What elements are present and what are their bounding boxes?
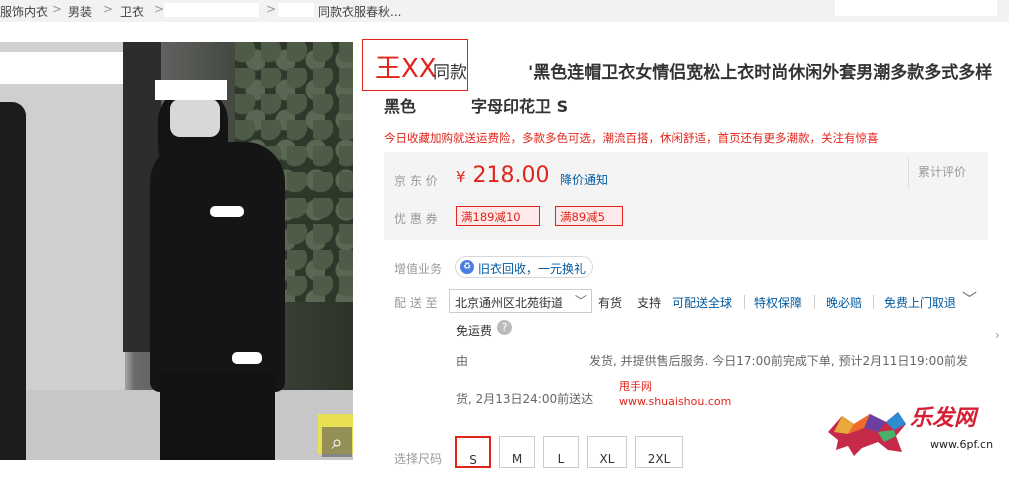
product-image[interactable]: ⌕ [0, 42, 353, 460]
divider [908, 158, 909, 188]
breadcrumb-item-menswear[interactable]: 男装 [68, 3, 92, 20]
size-option-xl[interactable]: XL [587, 436, 627, 468]
address-select[interactable]: 北京通州区北苑街道 ﹀ [449, 289, 592, 313]
bull-logo-icon [828, 412, 906, 456]
breadcrumb: 服饰内衣 > 男装 > 卫衣 > > 同款衣服春秋... [0, 0, 1009, 22]
ship-info-line2: 货, 2月13日24:00前送达 [456, 392, 594, 406]
review-count-label[interactable]: 累计评价 [918, 163, 966, 180]
breadcrumb-item-apparel[interactable]: 服饰内衣 [0, 3, 48, 20]
support-free-pickup-return[interactable]: 免费上门取退 [884, 294, 956, 311]
redaction-box [232, 352, 262, 364]
coupon-1[interactable]: 满189减10 [456, 206, 540, 226]
face-mask [170, 99, 220, 137]
breadcrumb-current[interactable]: 同款衣服春秋... [318, 3, 401, 20]
address-value: 北京通州区北苑街道 [455, 296, 564, 310]
arrow-icon: › [995, 328, 1000, 342]
product-title-line1: '黑色连帽卫衣女情侣宽松上衣时尚休闲外套男潮多款多式多样 [528, 63, 993, 83]
trade-in-pill[interactable]: ♻ 旧衣回收，一元换礼 [455, 256, 593, 278]
size-label: 选择尺码 [394, 452, 443, 466]
stock-status: 有货 [598, 296, 623, 310]
breadcrumb-separator: > [52, 2, 63, 16]
breadcrumb-item-hoodie[interactable]: 卫衣 [120, 3, 144, 20]
price-notify-link[interactable]: 降价通知 [560, 171, 608, 188]
chevron-down-icon: ﹀ [574, 294, 587, 308]
ship-from-label: 由 [456, 354, 469, 368]
recycle-icon: ♻ [460, 260, 474, 274]
breadcrumb-separator: > [103, 2, 114, 16]
product-title-color: 黑色 [384, 97, 417, 116]
size-option-2xl[interactable]: 2XL [635, 436, 683, 468]
redacted-title [468, 58, 526, 80]
price-label: 京 东 价 [394, 174, 438, 188]
value-added-label: 增值业务 [394, 262, 443, 276]
promo-text: 今日收藏加购就送运费险，多款多色可选，潮流百搭，休闲舒适，首页还有更多潮款，关注… [384, 131, 879, 145]
watermark-cn: 甩手网 [619, 380, 652, 393]
delivery-label: 配 送 至 [394, 296, 438, 310]
trade-in-label: 旧衣回收，一元换礼 [478, 262, 587, 276]
breadcrumb-separator: > [266, 2, 277, 16]
price: ¥ 218.00 [456, 163, 550, 188]
free-shipping-label: 免运费 [456, 324, 493, 338]
redaction-box [155, 80, 227, 100]
redacted-crumb [278, 3, 314, 17]
redacted-crumb [164, 3, 259, 17]
product-title-line2: 字母印花卫 S [471, 97, 569, 116]
redaction-box [210, 206, 244, 217]
logo-text: 乐发网 [910, 405, 977, 431]
redaction-box [0, 52, 124, 84]
currency-symbol: ¥ [456, 168, 466, 186]
title-prefix: 同款 [433, 63, 467, 83]
watermark-url: www.shuaishou.com [619, 395, 732, 408]
title-highlight: 王XX [375, 54, 437, 84]
size-option-s[interactable]: S [455, 436, 491, 468]
chevron-down-icon[interactable]: ﹀ [962, 288, 977, 309]
breadcrumb-separator: > [154, 2, 165, 16]
search-box[interactable] [835, 0, 997, 16]
site-logo: 乐发网 www.6pf.cn [822, 398, 1007, 462]
redacted-seller [470, 350, 585, 366]
size-option-m[interactable]: M [499, 436, 535, 468]
help-icon[interactable]: ? [497, 320, 512, 335]
size-option-l[interactable]: L [543, 436, 579, 468]
support-privilege[interactable]: 特权保障 [754, 294, 802, 311]
support-global-delivery[interactable]: 可配送全球 [672, 294, 732, 311]
support-late-compensation[interactable]: 晚必赔 [826, 294, 862, 311]
coupon-label: 优 惠 券 [394, 212, 438, 226]
logo-url: www.6pf.cn [930, 438, 994, 451]
coupon-2[interactable]: 满89减5 [555, 206, 623, 226]
price-value: 218.00 [472, 163, 550, 188]
ship-info-line1: 发货, 并提供售后服务. 今日17:00前完成下单, 预计2月11日19:00前… [589, 354, 968, 368]
support-label: 支持 [637, 296, 662, 310]
magnifier-icon[interactable]: ⌕ [322, 427, 352, 457]
